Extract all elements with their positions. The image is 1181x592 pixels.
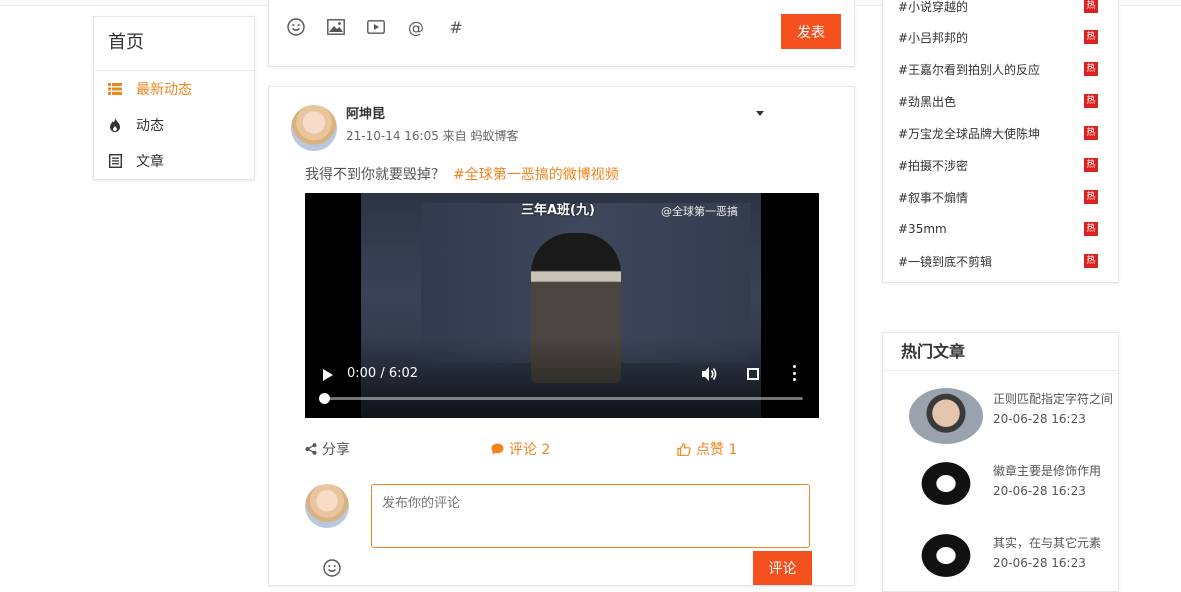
more-options-icon[interactable] — [793, 365, 797, 381]
hot-topic-item[interactable]: #35mm 热 — [898, 219, 1098, 239]
hot-topic-item[interactable]: #王嘉尔看到拍别人的反应 热 — [898, 59, 1098, 79]
nav-item-label: 文章 — [136, 154, 164, 170]
nav-item-latest[interactable]: 最新动态 — [94, 71, 254, 107]
post-body: 我得不到你就要毁掉？ — [305, 167, 445, 183]
hot-topic-item[interactable]: #小说穿越的 热 — [898, 0, 1098, 16]
comment-label: 评论 2 — [509, 442, 551, 458]
video-icon[interactable] — [366, 17, 386, 37]
article-date: 20-06-28 16:23 — [993, 556, 1086, 570]
article-item[interactable]: 其实，在与其它元素 20-06-28 16:23 — [909, 532, 1118, 591]
composer-toolbar: @ # — [286, 17, 466, 37]
hot-articles-panel: 热门文章 正则匹配指定字符之间 20-06-28 16:23 徽章主要是修饰作用… — [882, 332, 1119, 592]
hot-badge: 热 — [1084, 30, 1098, 44]
hot-badge: 热 — [1084, 158, 1098, 172]
nav-item-label: 动态 — [136, 118, 164, 134]
hot-badge: 热 — [1084, 190, 1098, 204]
hot-badge: 热 — [1084, 126, 1098, 140]
comment-icon — [491, 443, 504, 455]
hot-topic-item[interactable]: #劲黑出色 热 — [898, 91, 1098, 111]
hot-topic-label: #35mm — [898, 222, 947, 236]
volume-icon[interactable] — [701, 366, 719, 382]
author-avatar[interactable] — [291, 105, 337, 151]
chevron-down-icon[interactable] — [756, 111, 764, 116]
post-composer: @ # 发表 — [268, 0, 855, 67]
hashtag-icon[interactable]: # — [446, 17, 466, 37]
thumbs-up-icon — [677, 442, 691, 456]
video-time: 0:00 / 6:02 — [347, 366, 419, 381]
article-date: 20-06-28 16:23 — [993, 412, 1086, 426]
article-icon — [108, 154, 122, 168]
article-thumbnail — [909, 388, 983, 444]
article-item[interactable]: 徽章主要是修饰作用 20-06-28 16:23 — [909, 460, 1118, 520]
hot-articles-title: 热门文章 — [883, 333, 1118, 371]
hot-badge: 热 — [1084, 94, 1098, 108]
post-meta: 21-10-14 16:05 来自 蚂蚁博客 — [346, 129, 519, 143]
nav-item-moments[interactable]: 动态 — [94, 107, 254, 143]
author-name[interactable]: 阿坤昆 — [346, 103, 385, 122]
list-icon — [108, 82, 122, 96]
article-thumbnail — [909, 532, 983, 588]
hot-badge: 热 — [1084, 0, 1098, 13]
hot-topic-item[interactable]: #叙事不煽情 热 — [898, 187, 1098, 207]
article-title[interactable]: 其实，在与其它元素 — [993, 534, 1113, 551]
like-button[interactable]: 点赞 1 — [677, 439, 737, 459]
hot-topic-label: #拍摄不涉密 — [898, 158, 969, 173]
nav-title: 首页 — [94, 17, 254, 71]
hot-topic-label: #一镜到底不剪辑 — [898, 254, 993, 269]
comment-input[interactable] — [371, 484, 810, 548]
play-icon[interactable] — [323, 369, 333, 381]
hot-badge: 热 — [1084, 254, 1098, 268]
video-progress-handle[interactable] — [319, 393, 330, 404]
at-icon[interactable]: @ — [406, 17, 426, 37]
article-title[interactable]: 正则匹配指定字符之间 — [993, 390, 1113, 407]
like-label: 点赞 1 — [696, 442, 738, 458]
article-date: 20-06-28 16:23 — [993, 484, 1086, 498]
hot-topic-item[interactable]: #小吕邦邦的 热 — [898, 27, 1098, 47]
current-user-avatar — [305, 484, 349, 528]
hot-topic-item[interactable]: #一镜到底不剪辑 热 — [898, 251, 1098, 271]
video-caption: 三年A班(九) — [521, 203, 595, 218]
post-text: 我得不到你就要毁掉？ #全球第一恶搞的微博视频 — [305, 164, 619, 184]
nav-item-label: 最新动态 — [136, 82, 192, 98]
submit-comment-button[interactable]: 评论 — [753, 551, 812, 585]
comment-emoji-icon[interactable] — [323, 559, 341, 581]
hot-topic-label: #万宝龙全球品牌大使陈坤 — [898, 126, 1041, 141]
video-player[interactable]: 三年A班(九) @全球第一恶搞 0:00 / 6:02 — [305, 193, 819, 418]
share-label: 分享 — [322, 442, 350, 458]
emoji-icon[interactable] — [286, 17, 306, 37]
fire-icon — [108, 118, 122, 132]
hot-topic-label: #小说穿越的 — [898, 0, 969, 14]
share-button[interactable]: 分享 — [305, 439, 350, 459]
hot-topic-label: #劲黑出色 — [898, 94, 957, 109]
video-progress-track[interactable] — [323, 397, 803, 400]
feed-card: 阿坤昆 21-10-14 16:05 来自 蚂蚁博客 我得不到你就要毁掉？ #全球… — [268, 86, 855, 586]
nav-item-articles[interactable]: 文章 — [94, 143, 254, 179]
post-hashtag[interactable]: #全球第一恶搞的微博视频 — [453, 167, 619, 183]
hot-topic-item[interactable]: #万宝龙全球品牌大使陈坤 热 — [898, 123, 1098, 143]
left-nav: 首页 最新动态 动态 文章 — [93, 16, 255, 180]
share-icon — [305, 443, 317, 455]
hot-topic-item[interactable]: #拍摄不涉密 热 — [898, 155, 1098, 175]
article-thumbnail — [909, 460, 983, 516]
article-title[interactable]: 徽章主要是修饰作用 — [993, 462, 1113, 479]
comment-button[interactable]: 评论 2 — [491, 439, 550, 459]
hot-topic-label: #小吕邦邦的 — [898, 30, 969, 45]
hot-topic-label: #叙事不煽情 — [898, 190, 969, 205]
hot-topics-panel: #小说穿越的热 #小吕邦邦的热 #王嘉尔看到拍别人的反应热 #劲黑出色热 #万宝… — [882, 0, 1119, 283]
hot-topic-label: #王嘉尔看到拍别人的反应 — [898, 62, 1041, 77]
article-item[interactable]: 正则匹配指定字符之间 20-06-28 16:23 — [909, 388, 1118, 448]
fullscreen-icon[interactable] — [747, 368, 759, 380]
hot-badge: 热 — [1084, 62, 1098, 76]
video-watermark: @全球第一恶搞 — [661, 205, 738, 218]
post-actions: 分享 评论 2 点赞 1 — [305, 439, 819, 459]
hot-badge: 热 — [1084, 222, 1098, 236]
image-icon[interactable] — [326, 17, 346, 37]
post-button[interactable]: 发表 — [781, 14, 841, 49]
